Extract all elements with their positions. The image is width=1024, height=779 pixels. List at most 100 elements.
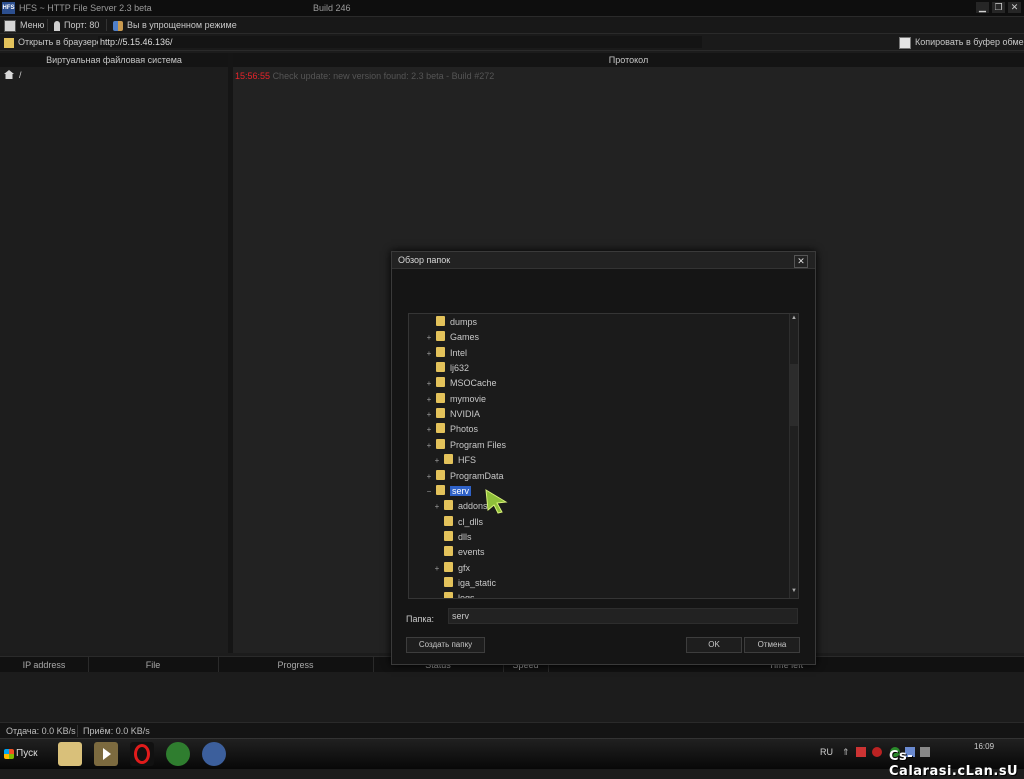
tree-node-label: serv (450, 485, 472, 496)
expand-icon[interactable]: + (425, 392, 433, 407)
tree-node[interactable]: lj632 (425, 361, 469, 376)
language-indicator[interactable]: RU (820, 747, 833, 757)
folder-icon (436, 346, 445, 357)
tree-node[interactable]: − serv (425, 484, 472, 499)
dialog-title-bar[interactable]: Обзор папок ✕ (392, 252, 815, 269)
ok-button[interactable]: OK (686, 637, 742, 653)
expand-icon[interactable]: + (425, 469, 433, 484)
scroll-down-button[interactable]: ▼ (791, 588, 797, 594)
expand-icon[interactable]: + (425, 346, 433, 361)
tree-node[interactable]: + Program Files (425, 438, 506, 453)
tree-node-label: ProgramData (450, 470, 504, 481)
expand-icon[interactable]: + (425, 422, 433, 437)
expand-icon[interactable]: + (433, 499, 441, 514)
windows-logo-icon (4, 749, 14, 759)
tree-node[interactable]: + HFS (433, 453, 476, 468)
tree-node[interactable]: iga_static (433, 576, 496, 591)
col-file[interactable]: File (88, 657, 219, 673)
expand-icon[interactable]: + (425, 330, 433, 345)
vfs-panel[interactable]: / (0, 67, 229, 653)
menu-icon (4, 19, 16, 32)
upload-speed: Отдача: 0.0 KB/s (6, 726, 76, 736)
tree-node[interactable]: + addons (433, 499, 488, 514)
menu-button[interactable]: Меню (4, 19, 45, 32)
tree-scrollbar[interactable]: ▲ ▼ (789, 314, 798, 598)
restore-button[interactable]: ❐ (992, 2, 1005, 13)
tree-node[interactable]: + gfx (433, 561, 470, 576)
tree-node[interactable]: logs (433, 591, 475, 599)
open-in-browser-button[interactable]: Открыть в браузере (4, 36, 102, 48)
dialog-close-button[interactable]: ✕ (794, 255, 808, 268)
expand-icon[interactable]: + (425, 407, 433, 422)
minimize-button[interactable]: ▁ (976, 2, 989, 13)
folder-icon (436, 377, 445, 388)
create-folder-button[interactable]: Создать папку (406, 637, 485, 653)
tree-node[interactable]: + ProgramData (425, 469, 504, 484)
tray-opera-icon[interactable] (872, 747, 882, 757)
cursor-arrow-icon (485, 489, 508, 514)
folder-icon (436, 438, 445, 449)
folder-path-input[interactable] (448, 608, 798, 624)
expand-icon[interactable]: + (425, 438, 433, 453)
col-ip[interactable]: IP address (0, 657, 89, 673)
tree-node[interactable]: dumps (425, 315, 477, 330)
tree-node[interactable]: + mymovie (425, 392, 486, 407)
url-field[interactable] (98, 36, 702, 48)
copy-label: Копировать в буфер обмена (915, 37, 1024, 47)
copy-to-clipboard-button[interactable]: Копировать в буфер обмена (899, 36, 1024, 49)
expand-icon[interactable]: + (433, 561, 441, 576)
scroll-thumb[interactable] (790, 364, 798, 426)
tree-node[interactable]: cl_dlls (433, 515, 483, 530)
network-icon[interactable] (202, 742, 226, 766)
media-player-icon[interactable] (94, 742, 118, 766)
tree-node-label: events (458, 547, 485, 558)
folder-icon (444, 454, 453, 465)
port-button[interactable]: Порт: 80 (54, 19, 99, 31)
status-bar: Отдача: 0.0 KB/s Приём: 0.0 KB/s (0, 722, 1024, 739)
folder-icon (444, 515, 453, 526)
utorrent-icon[interactable] (166, 742, 190, 766)
tree-node[interactable]: + MSOCache (425, 376, 497, 391)
port-icon (54, 20, 60, 31)
browse-folders-dialog: Обзор папок ✕ dumps + Games + Intel lj632 + MSO… (391, 251, 816, 665)
tree-node[interactable]: + Intel (425, 346, 467, 361)
expand-icon[interactable]: + (433, 453, 441, 468)
expand-icon[interactable]: + (425, 376, 433, 391)
port-label: Порт: 80 (64, 20, 100, 30)
collapse-icon[interactable]: − (425, 484, 433, 499)
mode-button[interactable]: Вы в упрощенном режиме (113, 19, 237, 31)
play-icon (103, 748, 111, 760)
transfers-list[interactable] (0, 672, 1024, 720)
opera-icon[interactable] (130, 742, 154, 766)
cancel-button[interactable]: Отмена (744, 637, 800, 653)
taskbar: Пуск RU ⇑ 16:09 Cs-Calarasi.cLan.sU (0, 738, 1024, 779)
tree-node[interactable]: + Photos (425, 422, 478, 437)
users-icon (113, 20, 123, 31)
start-button[interactable]: Пуск (2, 744, 46, 764)
menu-label: Меню (20, 20, 45, 30)
tree-node-label: Games (450, 332, 480, 343)
folder-icon (444, 530, 453, 541)
scroll-up-button[interactable]: ▲ (791, 315, 797, 321)
tree-node[interactable]: dlls (433, 530, 472, 545)
folder-icon (436, 392, 445, 403)
close-button[interactable]: ✕ (1008, 2, 1021, 13)
download-speed: Приём: 0.0 KB/s (83, 726, 150, 736)
tree-node[interactable]: events (433, 545, 485, 560)
col-progress[interactable]: Progress (218, 657, 374, 673)
tree-node-label: HFS (458, 455, 476, 466)
tray-arrows-icon[interactable]: ⇑ (842, 747, 850, 758)
explorer-icon[interactable] (58, 742, 82, 766)
open-in-browser-label: Открыть в браузере (18, 37, 102, 47)
tree-node[interactable]: + NVIDIA (425, 407, 480, 422)
tray-app-icon[interactable] (856, 747, 866, 757)
folder-tree[interactable]: dumps + Games + Intel lj632 + MSOCache + mymovie +… (408, 313, 799, 599)
log-text: Check update: new version found: 2.3 bet… (272, 71, 495, 81)
folder-icon (444, 561, 453, 572)
folder-icon (444, 592, 453, 598)
tree-node-label: mymovie (450, 393, 487, 404)
tree-node-label: logs (458, 593, 475, 599)
folder-icon (436, 408, 445, 419)
tree-node-label: NVIDIA (450, 409, 481, 420)
tree-node[interactable]: + Games (425, 330, 479, 345)
